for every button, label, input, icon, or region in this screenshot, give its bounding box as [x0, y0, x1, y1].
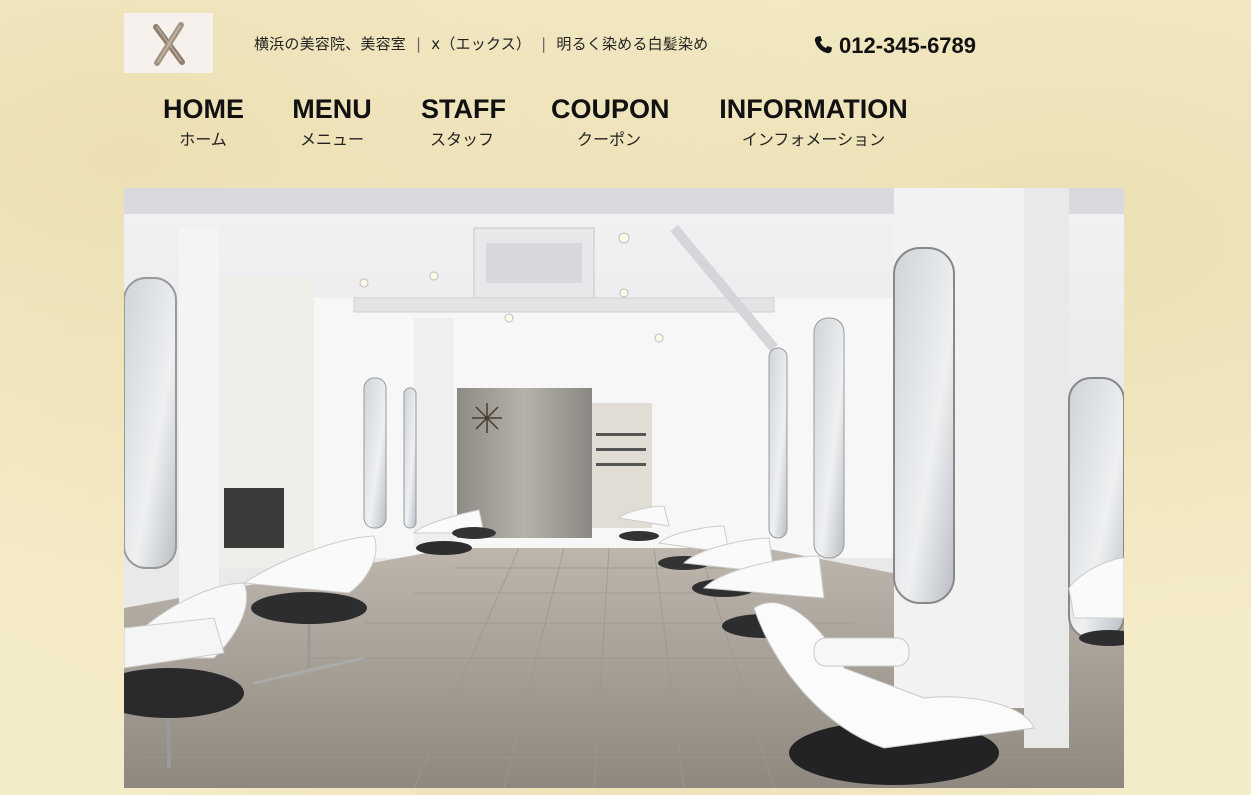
nav-label-en: MENU	[292, 94, 372, 124]
tagline-salon-name: x（エックス）	[431, 35, 532, 53]
nav-label-jp: インフォメーション	[741, 130, 886, 149]
nav-item-home[interactable]: HOME ホーム	[163, 93, 244, 150]
phone-number[interactable]: 012-345-6789	[813, 33, 976, 59]
site-logo[interactable]	[124, 13, 213, 73]
nav-label-en: COUPON	[551, 94, 670, 124]
nav-label-en: STAFF	[421, 94, 506, 124]
nav-item-coupon[interactable]: COUPON クーポン	[551, 93, 670, 150]
tagline-service: 明るく染める白髪染め	[556, 35, 709, 53]
nav-item-menu[interactable]: MENU メニュー	[292, 93, 372, 150]
nav-label-jp: メニュー	[299, 130, 364, 149]
nav-item-information[interactable]: INFORMATION インフォメーション	[715, 93, 912, 150]
hero-salon-image	[124, 188, 1124, 788]
tagline-separator: |	[416, 35, 422, 53]
phone-icon	[813, 35, 833, 55]
tagline-separator: |	[541, 35, 547, 53]
phone-number-text: 012-345-6789	[839, 33, 977, 58]
site-tagline: 横浜の美容院、美容室 | x（エックス） | 明るく染める白髪染め	[254, 33, 708, 54]
salon-interior-illustration	[124, 188, 1124, 788]
nav-item-staff[interactable]: STAFF スタッフ	[421, 93, 506, 150]
main-nav: HOME ホーム MENU メニュー STAFF スタッフ COUPON クーポ…	[0, 93, 1251, 163]
tagline-city: 横浜の美容院、美容室	[254, 35, 407, 53]
x-logo-icon	[124, 13, 213, 73]
nav-label-jp: スタッフ	[429, 130, 494, 149]
nav-label-jp: クーポン	[576, 130, 641, 149]
nav-label-en: HOME	[163, 94, 244, 124]
nav-label-jp: ホーム	[179, 130, 227, 149]
nav-label-en: INFORMATION	[719, 94, 908, 124]
